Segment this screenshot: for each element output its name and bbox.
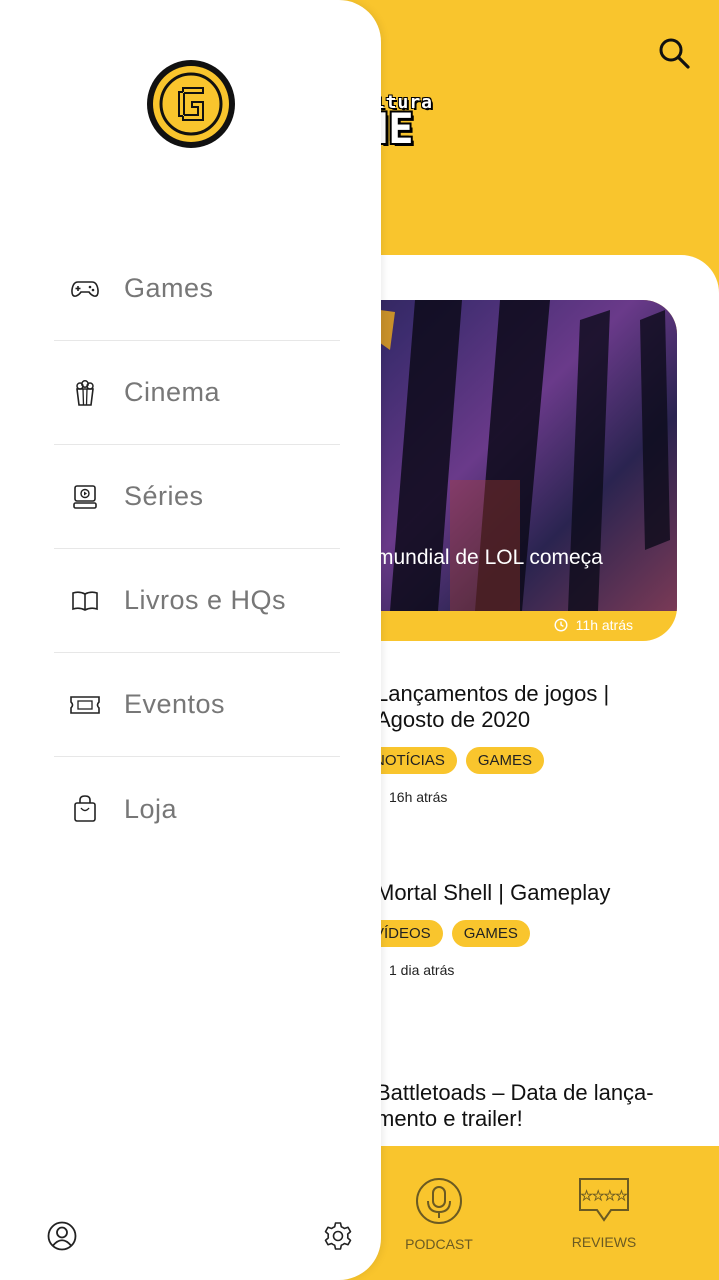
app-logo-icon — [147, 60, 235, 148]
settings-button[interactable] — [322, 1220, 354, 1252]
menu-item-games[interactable]: Games — [54, 237, 340, 341]
microphone-icon — [416, 1178, 462, 1224]
article-meta: 16h atrás — [368, 789, 609, 805]
article-title-line: mento e trailer! — [376, 1106, 523, 1131]
menu-item-label: Séries — [124, 481, 204, 511]
article-item[interactable]: Mortal Shell | Gameplay VÍDEOS GAMES 1 d… — [362, 880, 611, 978]
shopping-bag-icon — [69, 793, 101, 825]
nav-reviews-label: REVIEWS — [571, 1234, 637, 1250]
nav-reviews[interactable]: ★★★★ REVIEWS — [568, 1176, 640, 1250]
article-time: 16h atrás — [389, 789, 448, 805]
menu-item-label: Livros e HQs — [124, 585, 287, 615]
drawer-menu: Games Cinema Séries Livros e HQs Eventos… — [54, 237, 340, 861]
article-title-line: Battletoads – Data de lança- — [376, 1080, 654, 1105]
svg-text:★★★★: ★★★★ — [581, 1189, 628, 1204]
navigation-drawer: Games Cinema Séries Livros e HQs Eventos… — [0, 0, 381, 1280]
menu-item-loja[interactable]: Loja — [54, 757, 340, 861]
gear-icon — [324, 1222, 352, 1250]
article-time: 1 dia atrás — [389, 962, 455, 978]
featured-article-time: 11h atrás — [554, 617, 633, 633]
nav-podcast-label: PODCAST — [405, 1236, 473, 1252]
clock-icon — [554, 618, 568, 632]
article-meta: 1 dia atrás — [368, 962, 610, 978]
article-tag[interactable]: GAMES — [465, 747, 545, 774]
menu-item-label: Loja — [124, 793, 178, 824]
reviews-icon: ★★★★ — [579, 1178, 629, 1222]
book-icon — [69, 585, 101, 617]
menu-item-label: Cinema — [124, 377, 221, 407]
menu-item-label: Games — [124, 273, 214, 303]
article-item[interactable]: Battletoads – Data de lança- mento e tra… — [376, 1080, 654, 1132]
tv-icon — [69, 481, 101, 513]
article-tag[interactable]: GAMES — [451, 920, 530, 947]
article-title-line: Mortal Shell | Gameplay — [376, 880, 611, 905]
search-icon — [659, 38, 690, 69]
article-title-line: Lançamentos de jogos | — [376, 681, 610, 706]
popcorn-icon — [69, 377, 101, 409]
gamepad-icon — [69, 273, 101, 305]
menu-item-label: Eventos — [124, 689, 226, 719]
article-item[interactable]: Lançamentos de jogos | Agosto de 2020 NO… — [362, 681, 610, 805]
featured-article-title: mundial de LOL começa — [376, 546, 603, 569]
nav-podcast[interactable]: PODCAST — [400, 1176, 478, 1252]
menu-item-livros[interactable]: Livros e HQs — [54, 549, 340, 653]
user-icon — [47, 1221, 77, 1251]
menu-item-cinema[interactable]: Cinema — [54, 341, 340, 445]
article-title-line: Agosto de 2020 — [376, 707, 531, 732]
menu-item-eventos[interactable]: Eventos — [54, 653, 340, 757]
search-button[interactable] — [655, 34, 693, 72]
profile-button[interactable] — [46, 1220, 78, 1252]
ticket-icon — [69, 689, 101, 721]
featured-article-time-text: 11h atrás — [575, 617, 633, 633]
menu-item-series[interactable]: Séries — [54, 445, 340, 549]
